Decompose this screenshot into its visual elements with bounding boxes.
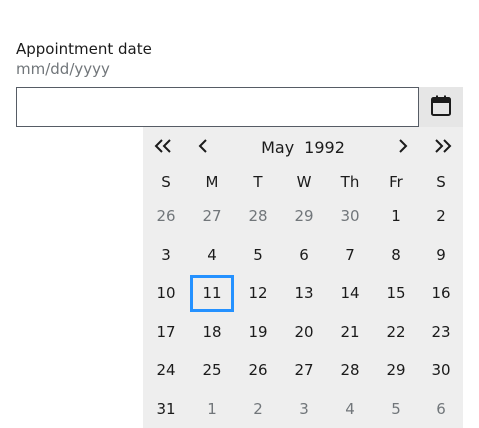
week-row: 17 18 19 20 21 22 23 xyxy=(143,313,463,352)
day-button-outside-month[interactable]: 3 xyxy=(281,390,327,428)
day-button[interactable]: 10 xyxy=(143,274,189,313)
day-button[interactable]: 3 xyxy=(143,236,189,275)
day-button-outside-month[interactable]: 29 xyxy=(281,197,327,236)
day-button-outside-month[interactable]: 6 xyxy=(419,390,463,428)
day-button[interactable]: 20 xyxy=(281,313,327,352)
week-row: 3456789 xyxy=(143,236,463,275)
day-button[interactable]: 4 xyxy=(189,236,235,275)
day-button[interactable]: 15 xyxy=(373,274,419,313)
day-button[interactable]: 16 xyxy=(419,274,463,313)
day-button[interactable]: 30 xyxy=(419,351,463,390)
day-of-week-label: T xyxy=(253,173,263,191)
day-of-week-label: Fr xyxy=(389,173,403,191)
day-button[interactable]: 14 xyxy=(327,274,373,313)
double-chevron-left-icon xyxy=(154,138,172,156)
day-button[interactable]: 17 xyxy=(143,313,189,352)
week-row: 24 25 26 27 28 29 30 xyxy=(143,351,463,390)
day-button[interactable]: 2 xyxy=(419,197,463,236)
day-button[interactable]: 9 xyxy=(419,236,463,275)
day-button-outside-month[interactable]: 28 xyxy=(235,197,281,236)
day-button[interactable]: 13 xyxy=(281,274,327,313)
week-row: 31 1 2 3 4 5 6 xyxy=(143,390,463,428)
day-button[interactable]: 7 xyxy=(327,236,373,275)
day-button[interactable]: 8 xyxy=(373,236,419,275)
day-button-outside-month[interactable]: 1 xyxy=(189,390,235,428)
year-selector[interactable]: 1992 xyxy=(300,138,349,157)
days-of-week-header: S M T W Th Fr S xyxy=(143,167,463,197)
calendar-toggle-button[interactable] xyxy=(419,87,463,127)
day-button[interactable]: 26 xyxy=(235,351,281,390)
day-of-week-label: M xyxy=(205,173,219,191)
previous-year-button[interactable] xyxy=(148,133,178,161)
day-button-outside-month[interactable]: 30 xyxy=(327,197,373,236)
day-button[interactable]: 29 xyxy=(373,351,419,390)
day-grid: 26 27 28 29 30 1 2 3 4 5 6 7 8 9 10 11 12 13 14 15 16 17 18 19 2… xyxy=(143,197,463,428)
day-button[interactable]: 22 xyxy=(373,313,419,352)
week-row: 10 11 12 13 14 15 16 xyxy=(143,274,463,313)
chevron-left-icon xyxy=(198,138,208,156)
day-of-week-label: S xyxy=(161,173,171,191)
day-button-outside-month[interactable]: 27 xyxy=(189,197,235,236)
day-button[interactable]: 5 xyxy=(235,236,281,275)
day-button[interactable]: 21 xyxy=(327,313,373,352)
day-button[interactable]: 1 xyxy=(373,197,419,236)
calendar-icon xyxy=(430,95,452,120)
day-button[interactable]: 28 xyxy=(327,351,373,390)
day-of-week-label: W xyxy=(296,173,312,191)
day-button[interactable]: 31 xyxy=(143,390,189,428)
next-year-button[interactable] xyxy=(428,133,458,161)
day-button[interactable]: 24 xyxy=(143,351,189,390)
date-input[interactable] xyxy=(16,87,419,127)
day-button[interactable]: 6 xyxy=(281,236,327,275)
day-button[interactable]: 19 xyxy=(235,313,281,352)
day-of-week-label: S xyxy=(436,173,446,191)
chevron-right-icon xyxy=(398,138,408,156)
day-button-focused[interactable]: 11 xyxy=(189,274,235,313)
field-label: Appointment date xyxy=(16,40,152,58)
calendar-popup: May 1992 S M T W Th Fr S 26 27 28 29 30 … xyxy=(143,127,463,428)
day-button[interactable]: 25 xyxy=(189,351,235,390)
day-button-outside-month[interactable]: 2 xyxy=(235,390,281,428)
day-button[interactable]: 27 xyxy=(281,351,327,390)
day-button[interactable]: 18 xyxy=(189,313,235,352)
next-month-button[interactable] xyxy=(388,133,418,161)
day-button-outside-month[interactable]: 5 xyxy=(373,390,419,428)
day-button[interactable]: 12 xyxy=(235,274,281,313)
day-of-week-label: Th xyxy=(340,173,360,191)
double-chevron-right-icon xyxy=(434,138,452,156)
previous-month-button[interactable] xyxy=(188,133,218,161)
day-button[interactable]: 23 xyxy=(419,313,463,352)
day-button-outside-month[interactable]: 4 xyxy=(327,390,373,428)
calendar-header: May 1992 xyxy=(143,127,463,167)
month-selector[interactable]: May xyxy=(257,138,298,157)
field-hint: mm/dd/yyyy xyxy=(16,60,110,78)
week-row: 26 27 28 29 30 1 2 xyxy=(143,197,463,236)
day-button-outside-month[interactable]: 26 xyxy=(143,197,189,236)
